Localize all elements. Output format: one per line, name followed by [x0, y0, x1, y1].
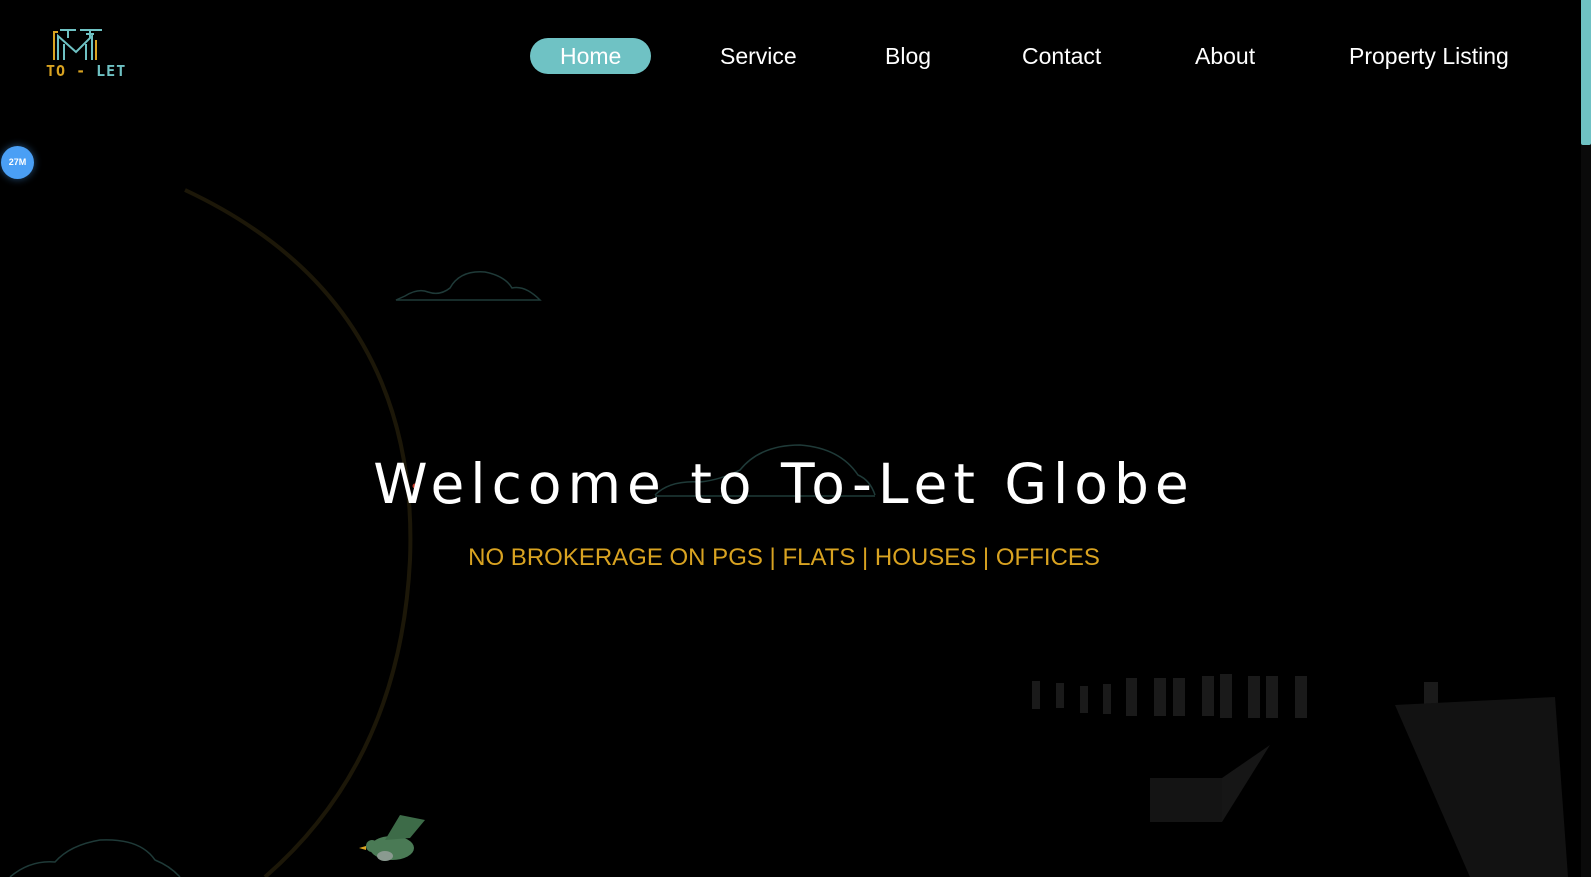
logo-text-let: LET	[96, 62, 127, 80]
background-illustration	[9, 188, 1568, 877]
cloud-icon	[9, 839, 181, 877]
bird-icon	[359, 815, 425, 861]
nav-service[interactable]: Service	[720, 38, 797, 74]
scrollbar-thumb[interactable]	[1581, 0, 1591, 145]
logo-text-dash: -	[66, 62, 97, 80]
logo-text: TO - LET	[46, 62, 126, 80]
page: TO - LET Home Service Blog Contact About…	[0, 0, 1591, 877]
building-tower	[1395, 697, 1568, 877]
hero-title: Welcome to To-Let Globe	[373, 452, 1195, 516]
globe-arc	[184, 188, 413, 877]
hero-subtitle: NO BROKERAGE ON PGS | FLATS | HOUSES | O…	[468, 544, 1100, 571]
logo-text-to: TO	[46, 62, 67, 80]
cloud-icon	[395, 271, 542, 301]
site-logo[interactable]: TO - LET	[46, 28, 136, 82]
building-logo-icon	[53, 29, 102, 60]
building-block	[1150, 778, 1222, 822]
nav-about[interactable]: About	[1195, 38, 1255, 74]
floating-badge[interactable]: 27M	[1, 146, 34, 179]
nav-blog[interactable]: Blog	[885, 38, 931, 74]
nav-home[interactable]: Home	[530, 38, 652, 74]
city-skyline	[1032, 674, 1438, 718]
scrollbar-track[interactable]	[1581, 0, 1591, 877]
nav-contact[interactable]: Contact	[1022, 38, 1101, 74]
nav-property-listing[interactable]: Property Listing	[1349, 38, 1509, 74]
